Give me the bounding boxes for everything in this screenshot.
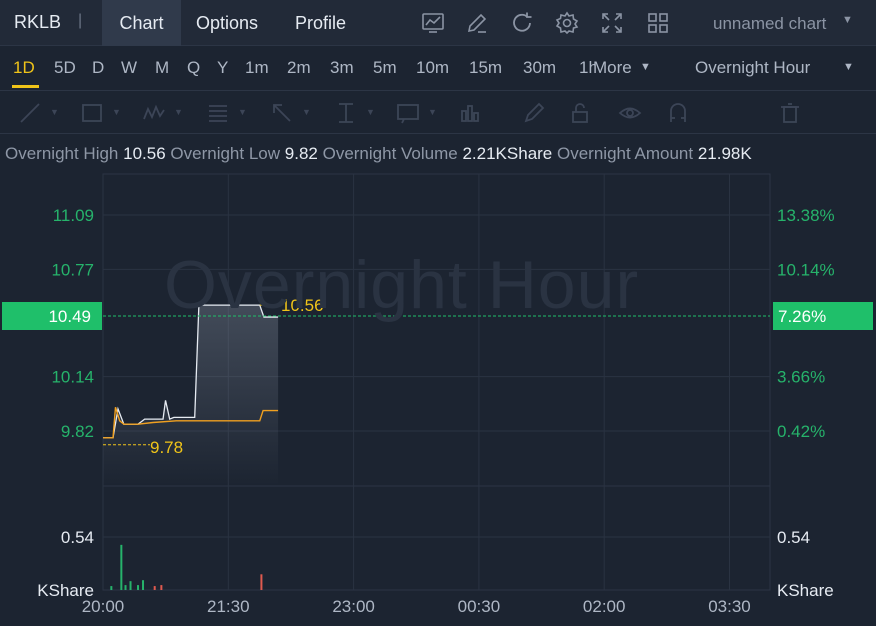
volume-bar [110, 586, 113, 590]
stat-amount-label: Overnight Amount [557, 144, 694, 163]
y-tick-right: 10.14% [777, 260, 835, 279]
low-marker-label: 9.78 [150, 438, 183, 457]
trend-line-icon[interactable] [18, 101, 42, 125]
volume-bar [153, 586, 156, 590]
volume-bar [120, 544, 123, 590]
price-area [103, 305, 279, 486]
fib-icon[interactable] [206, 101, 230, 125]
period-5d[interactable]: 5D [54, 58, 76, 78]
refresh-icon[interactable] [510, 11, 534, 35]
x-tick: 23:00 [332, 597, 375, 616]
period-5m[interactable]: 5m [373, 58, 397, 78]
y-tick-right: 3.66% [777, 368, 825, 387]
draw-pen-icon[interactable] [465, 11, 489, 35]
x-tick: 02:00 [583, 597, 626, 616]
period-3m[interactable]: 3m [330, 58, 354, 78]
tab-options[interactable]: Options [196, 0, 258, 46]
magnet-icon[interactable] [666, 101, 690, 125]
ticker-separator: | [78, 12, 83, 29]
y-tick-right: 0.42% [777, 422, 825, 441]
chevron-down-icon[interactable]: ▼ [428, 107, 437, 117]
volume-tick-right: 0.54 [777, 528, 810, 547]
top-bar: RKLB | Chart Options Profile unnamed cha… [0, 0, 876, 46]
stat-high-value: 10.56 [123, 144, 166, 163]
ticker-symbol[interactable]: RKLB [14, 12, 61, 33]
session-select[interactable]: Overnight Hour [695, 58, 810, 78]
volume-bar [260, 574, 263, 590]
volume-unit-right: KShare [777, 581, 834, 600]
x-tick: 21:30 [207, 597, 250, 616]
stat-low-label: Overnight Low [170, 144, 281, 163]
current-pct-label: 7.26% [778, 307, 826, 326]
chevron-down-icon[interactable]: ▼ [843, 61, 854, 73]
volume-bar [160, 585, 163, 590]
gear-icon[interactable] [555, 11, 579, 35]
x-tick: 00:30 [458, 597, 501, 616]
fullscreen-icon[interactable] [600, 11, 624, 35]
period-d[interactable]: D [92, 58, 104, 78]
chevron-down-icon[interactable]: ▼ [50, 107, 59, 117]
annotation-icon[interactable] [396, 101, 420, 125]
chart-series [103, 304, 770, 590]
chart-type-icon[interactable] [421, 11, 445, 35]
tab-chart[interactable]: Chart [102, 0, 181, 46]
volume-tick-left: 0.54 [61, 528, 94, 547]
x-tick: 20:00 [82, 597, 125, 616]
y-tick-right: 13.38% [777, 206, 835, 225]
pattern-icon[interactable] [142, 101, 166, 125]
period-more[interactable]: More [593, 58, 632, 78]
overnight-stats: Overnight High 10.56 Overnight Low 9.82 … [5, 144, 752, 164]
chart-name-select[interactable]: unnamed chart [713, 14, 826, 34]
brush-icon[interactable] [522, 101, 546, 125]
period-2m[interactable]: 2m [287, 58, 311, 78]
volume-bar [142, 580, 145, 590]
period-y[interactable]: Y [217, 58, 228, 78]
chevron-down-icon[interactable]: ▼ [842, 14, 853, 26]
rectangle-icon[interactable] [80, 101, 104, 125]
stat-amount-value: 21.98K [697, 144, 752, 163]
text-cursor-icon[interactable] [334, 101, 358, 125]
stat-volume-label: Overnight Volume [322, 144, 458, 163]
period-30m[interactable]: 30m [523, 58, 556, 78]
layout-grid-icon[interactable] [646, 11, 670, 35]
chevron-down-icon[interactable]: ▼ [640, 61, 651, 73]
chevron-down-icon[interactable]: ▼ [112, 107, 121, 117]
lock-icon[interactable] [568, 101, 592, 125]
chart-watermark: Overnight Hour [164, 247, 640, 323]
period-10m[interactable]: 10m [416, 58, 449, 78]
trash-icon[interactable] [778, 101, 802, 125]
indicator-icon[interactable] [458, 101, 482, 125]
x-tick: 03:30 [708, 597, 751, 616]
stat-high-label: Overnight High [5, 144, 119, 163]
period-1m[interactable]: 1m [245, 58, 269, 78]
y-tick-left: 9.82 [61, 422, 94, 441]
eye-icon[interactable] [618, 101, 642, 125]
y-tick-left: 10.77 [51, 260, 94, 279]
volume-bar [137, 585, 140, 590]
y-tick-left: 11.09 [53, 206, 94, 225]
period-1d[interactable]: 1D [13, 58, 35, 78]
chevron-down-icon[interactable]: ▼ [302, 107, 311, 117]
tab-profile[interactable]: Profile [295, 0, 346, 46]
current-price-label: 10.49 [48, 307, 91, 326]
period-m[interactable]: M [155, 58, 169, 78]
period-w[interactable]: W [121, 58, 137, 78]
volume-bar [124, 585, 127, 590]
stat-volume-value: 2.21KShare [462, 144, 553, 163]
arrow-icon[interactable] [270, 101, 294, 125]
period-selector: 1D 5D D W M Q Y 1m 2m 3m 5m 10m 15m 30m … [0, 47, 876, 91]
chevron-down-icon[interactable]: ▼ [174, 107, 183, 117]
y-tick-left: 10.14 [51, 368, 94, 387]
chevron-down-icon[interactable]: ▼ [238, 107, 247, 117]
stat-low-value: 9.82 [284, 144, 318, 163]
volume-bar [129, 581, 132, 590]
active-period-indicator [12, 85, 39, 88]
chevron-down-icon[interactable]: ▼ [366, 107, 375, 117]
drawing-toolbar: ▼ ▼ ▼ ▼ ▼ ▼ ▼ [0, 92, 876, 134]
period-15m[interactable]: 15m [469, 58, 502, 78]
period-q[interactable]: Q [187, 58, 200, 78]
